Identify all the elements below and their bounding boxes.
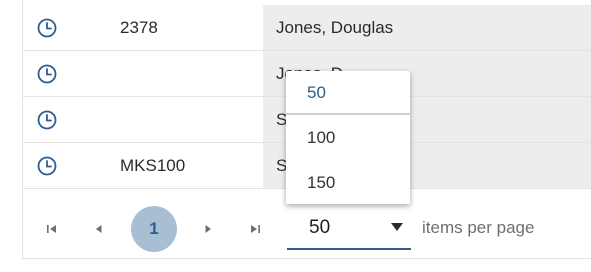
items-per-page-label: items per page <box>422 218 535 237</box>
table-row[interactable]: 2378 Jones, Douglas <box>23 5 591 51</box>
page-size-value: 50 <box>309 217 331 238</box>
row-id: MKS100 <box>120 156 186 175</box>
caret-down-icon[interactable] <box>391 222 403 232</box>
next-page-icon[interactable] <box>197 218 219 240</box>
clock-icon[interactable] <box>37 64 57 84</box>
current-page-button[interactable]: 1 <box>131 206 177 252</box>
clock-icon[interactable] <box>37 156 57 176</box>
page-size-option-150[interactable]: 150 <box>286 161 410 205</box>
pager: 1 50 items per page <box>23 199 591 259</box>
page-size-option-100[interactable]: 100 <box>286 116 410 160</box>
first-page-icon[interactable] <box>41 218 63 240</box>
row-id: 2378 <box>120 18 158 37</box>
row-name: Jones, Douglas <box>276 18 394 37</box>
page-size-select[interactable]: 50 <box>287 207 411 250</box>
clock-icon[interactable] <box>37 18 57 38</box>
page-size-option-50[interactable]: 50 <box>286 71 410 115</box>
page-size-dropdown: 50 100 150 <box>286 71 410 204</box>
previous-page-icon[interactable] <box>88 218 110 240</box>
clock-icon[interactable] <box>37 110 57 130</box>
last-page-icon[interactable] <box>244 218 266 240</box>
